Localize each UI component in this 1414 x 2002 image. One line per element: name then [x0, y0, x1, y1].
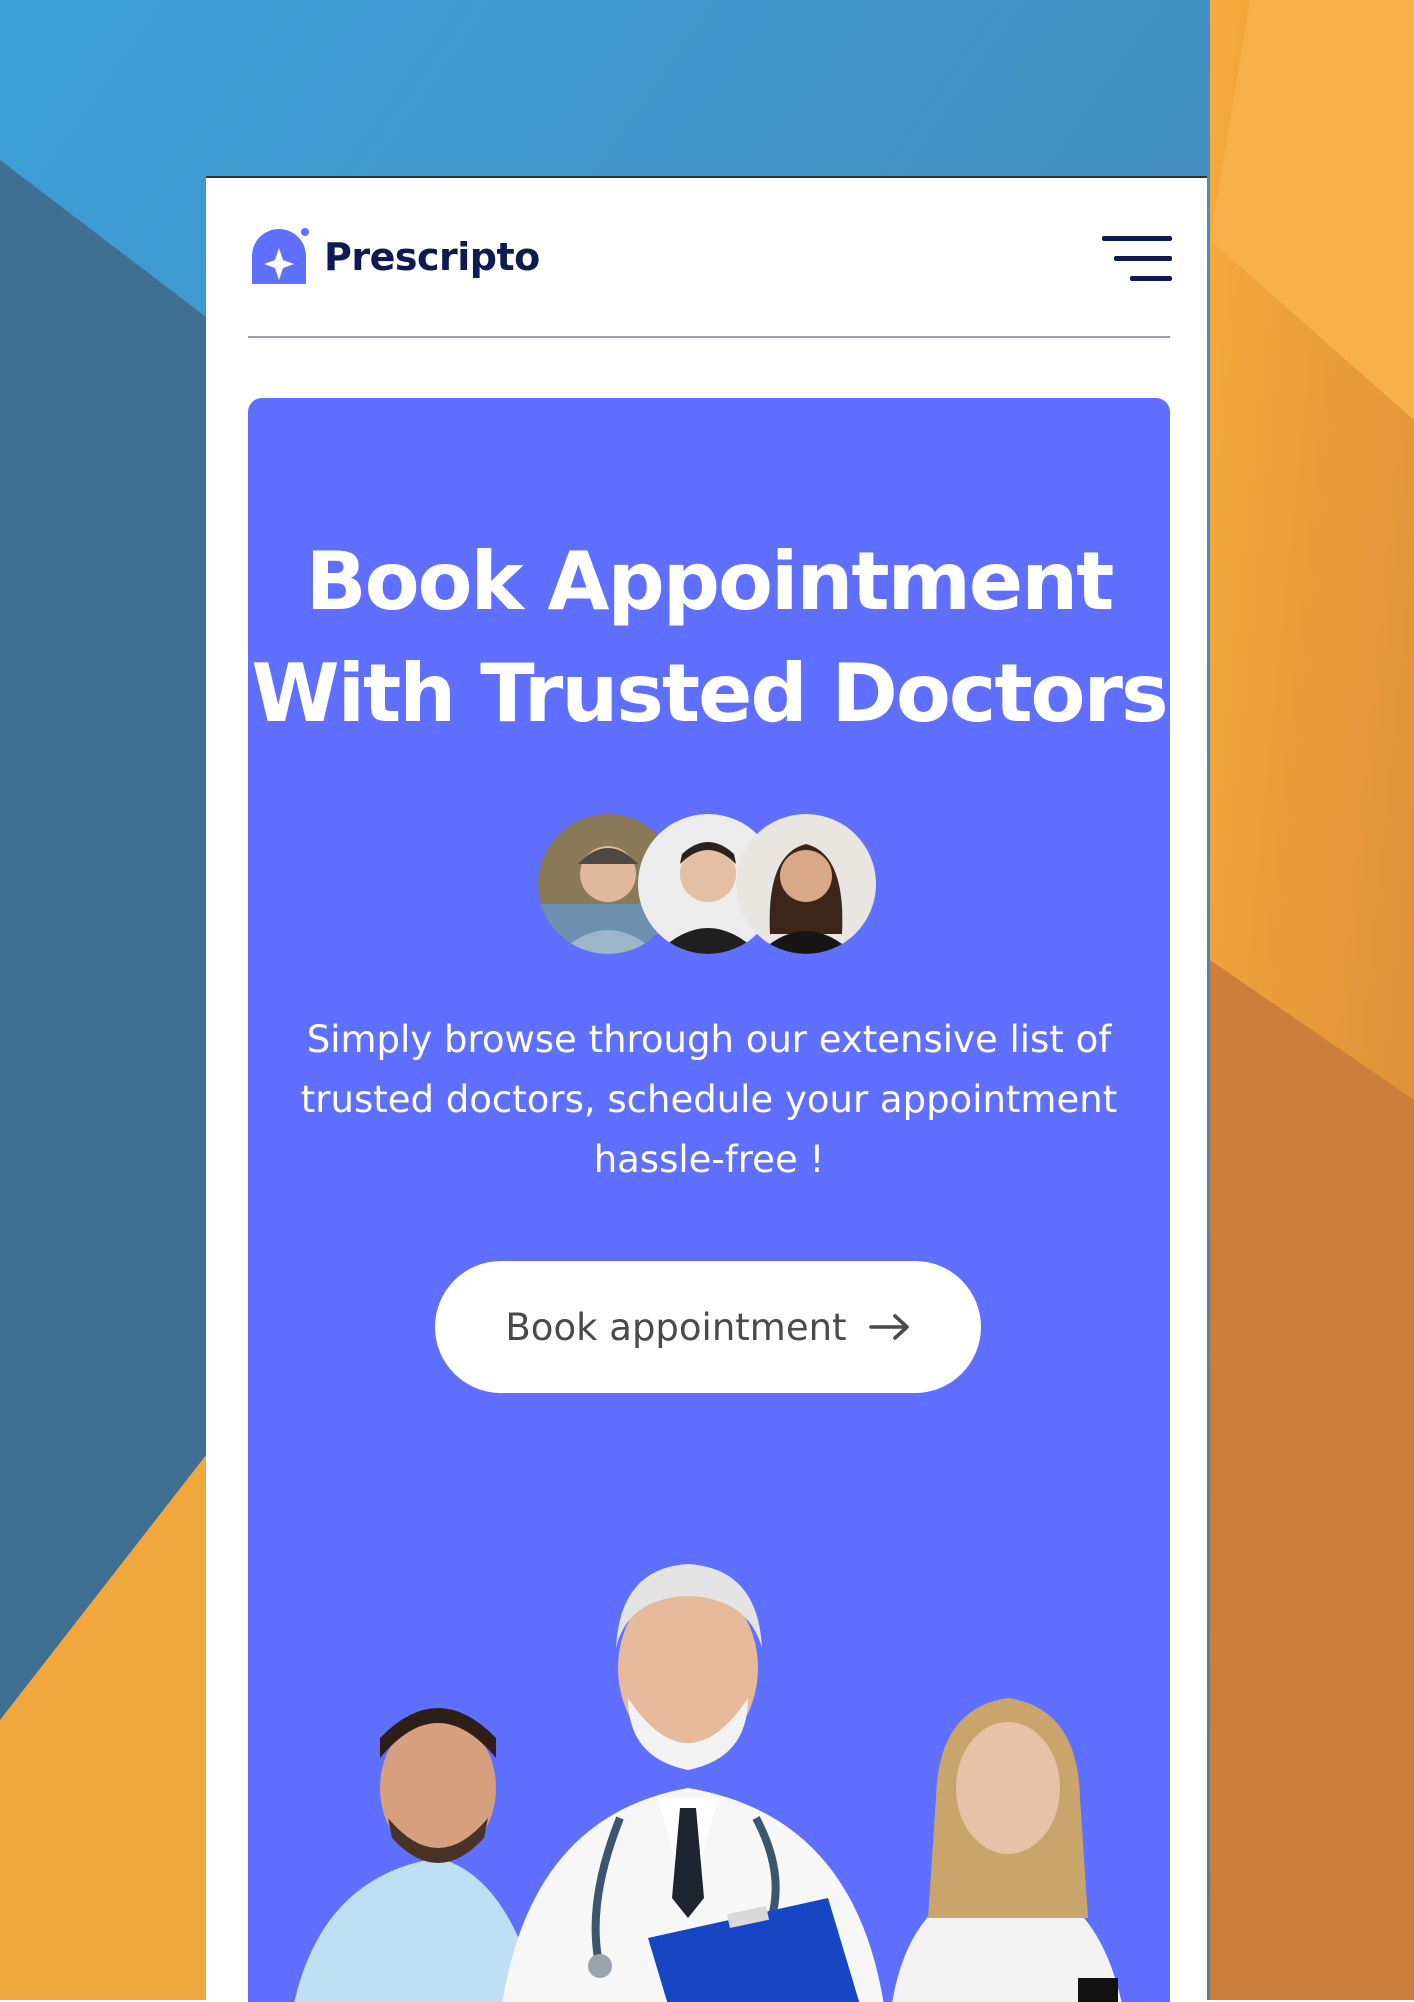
hero-title: Book Appointment With Trusted Doctors: [248, 526, 1170, 750]
book-appointment-button[interactable]: Book appointment: [435, 1261, 981, 1393]
avatar: [736, 814, 876, 954]
book-appointment-label: Book appointment: [505, 1305, 847, 1349]
arrow-right-icon: [868, 1314, 909, 1340]
hero-title-line1: Book Appointment: [305, 535, 1115, 628]
brand-name: Prescripto: [324, 235, 540, 279]
navbar: Prescripto: [248, 226, 1172, 296]
hero-title-line2: With Trusted Doctors: [251, 647, 1168, 740]
brand-logo[interactable]: Prescripto: [248, 226, 540, 288]
doctors-group-image: [294, 1564, 1122, 2002]
mobile-viewport: Prescripto Book Appointment With Trusted…: [206, 176, 1207, 2002]
doctor-avatar-group: [538, 814, 878, 958]
hamburger-menu-icon[interactable]: [1098, 230, 1172, 288]
logo-icon: [252, 228, 309, 284]
hero-banner: Book Appointment With Trusted Doctors Si…: [248, 398, 1170, 2002]
hero-subtitle: Simply browse through our extensive list…: [300, 1018, 1118, 1181]
navbar-divider: [248, 336, 1170, 338]
